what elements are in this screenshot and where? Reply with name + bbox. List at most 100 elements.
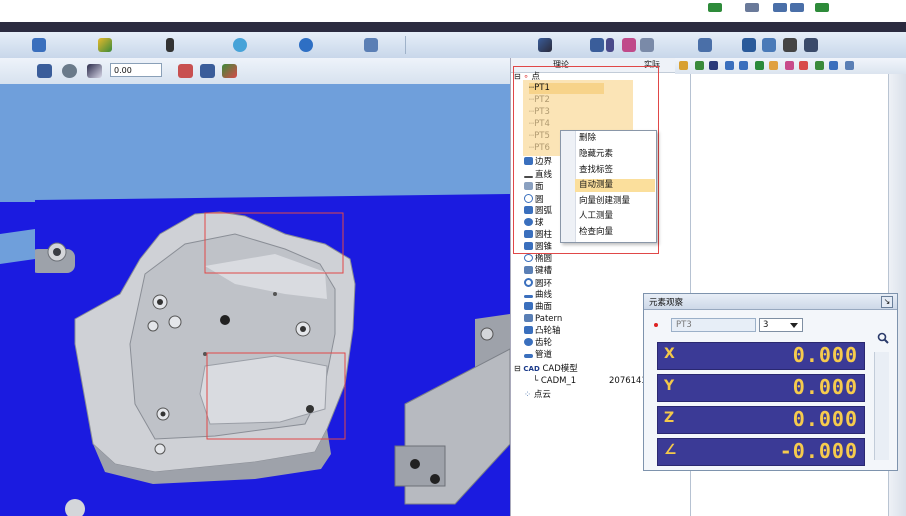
tree-node-pipe[interactable]: 管道: [524, 350, 552, 361]
surface-label: 曲面: [535, 302, 553, 312]
camshaft-label: 凸轮轴: [535, 326, 561, 336]
window-icon[interactable]: [32, 38, 46, 52]
readout-x-label: X: [664, 346, 675, 362]
probe-view-icon[interactable]: [200, 64, 215, 78]
camera-icon[interactable]: [783, 38, 797, 52]
tree-node-point-cloud[interactable]: ⁘ 点云: [524, 390, 551, 401]
observer-title: 元素观察: [649, 298, 684, 308]
crosshair-icon[interactable]: [178, 64, 193, 78]
list-icon[interactable]: [725, 61, 734, 70]
point-cloud-icon: ⁘: [524, 390, 532, 400]
table-icon[interactable]: [640, 38, 654, 52]
menu-item-auto-measure[interactable]: 自动测量: [575, 179, 655, 192]
curve-icon: [524, 295, 533, 298]
slot-label: 键槽: [535, 266, 553, 276]
main-toolbar: [0, 32, 906, 59]
pattern-icon: [524, 314, 533, 322]
ribbon-icon-2[interactable]: [745, 3, 759, 12]
ribbon-icon-4[interactable]: [790, 3, 804, 12]
readout-z-label: Z: [664, 410, 675, 426]
tree-node-pattern[interactable]: Patern: [524, 314, 562, 325]
title-bar-band: [0, 22, 906, 32]
view-fit-icon[interactable]: [37, 64, 52, 78]
readout-z-value: 0.000: [792, 407, 858, 431]
rotate-icon[interactable]: [299, 38, 313, 52]
slot-icon: [524, 266, 533, 274]
cad-item-label: CADM_1: [540, 376, 577, 386]
list-indent-icon[interactable]: [739, 61, 748, 70]
layout-icon[interactable]: [364, 38, 378, 52]
pointer-icon[interactable]: [87, 64, 102, 78]
readout-y: Y 0.000: [657, 374, 865, 402]
folder-icon[interactable]: [679, 61, 688, 70]
gear-label: 齿轮: [535, 338, 553, 348]
cad-icon: CAD: [523, 365, 540, 373]
grid-icon[interactable]: [762, 38, 776, 52]
curve-label: 曲线: [535, 290, 553, 300]
hand-icon[interactable]: [769, 61, 778, 70]
arrow-icon[interactable]: [829, 61, 838, 70]
context-menu: 删除 隐藏元素 查找标签 自动测量 向量创建测量 人工测量 检查向量: [560, 130, 657, 243]
view-toolbar: 0.00: [0, 58, 510, 85]
readout-y-value: 0.000: [792, 375, 858, 399]
menu-item-find-label[interactable]: 查找标签: [579, 164, 653, 177]
menu-item-delete[interactable]: 删除: [579, 132, 653, 145]
probe-tip-icon[interactable]: [804, 38, 818, 52]
tree-node-gear[interactable]: 齿轮: [524, 338, 552, 349]
observer-count-select[interactable]: 3: [759, 318, 803, 332]
observer-count-value: 3: [763, 320, 769, 330]
tree-node-torus[interactable]: 圆环: [524, 278, 552, 289]
menu-gutter: [561, 131, 576, 242]
print-icon[interactable]: [845, 61, 854, 70]
tree-node-camshaft[interactable]: 凸轮轴: [524, 326, 561, 337]
zoom-input[interactable]: 0.00: [110, 63, 162, 77]
sphere-icon[interactable]: [233, 38, 247, 52]
tree-node-ellipse[interactable]: 椭圆: [524, 254, 552, 265]
element-tool-icon[interactable]: [538, 38, 552, 52]
axis-icon[interactable]: [742, 38, 756, 52]
tree-node-surface[interactable]: 曲面: [524, 302, 552, 313]
point-cloud-label: 点云: [533, 390, 551, 400]
filter-icon[interactable]: [606, 38, 614, 52]
save-icon[interactable]: [709, 61, 718, 70]
menu-item-hide[interactable]: 隐藏元素: [579, 148, 653, 161]
zoom-icon[interactable]: [877, 332, 889, 344]
material-icon[interactable]: [98, 38, 112, 52]
left-fixture: [0, 84, 35, 264]
observer-element-field[interactable]: PT3: [671, 318, 756, 332]
observer-collapse-icon[interactable]: ↘: [881, 296, 893, 308]
readout-angle-value: -0.000: [779, 439, 858, 463]
readout-z: Z 0.000: [657, 406, 865, 434]
remove-icon[interactable]: [799, 61, 808, 70]
measure-icon[interactable]: [590, 38, 604, 52]
readout-x: X 0.000: [657, 342, 865, 370]
cad-viewport[interactable]: [35, 84, 510, 516]
add-icon[interactable]: [815, 61, 824, 70]
observer-titlebar: 元素观察 ↘: [644, 294, 897, 310]
ribbon-icon-5[interactable]: [815, 3, 829, 12]
element-observer-panel: 元素观察 ↘ PT3 3 X 0.000 Y 0.000 Z 0.000 ∠ -…: [643, 293, 898, 471]
tree-node-slot[interactable]: 键槽: [524, 266, 552, 277]
report-icon[interactable]: [698, 38, 712, 52]
menu-item-manual-measure[interactable]: 人工测量: [579, 210, 653, 223]
observer-scrollbar[interactable]: [874, 352, 889, 460]
tree-node-curve[interactable]: 曲线: [524, 290, 552, 301]
chart-icon[interactable]: [695, 61, 704, 70]
probe-icon[interactable]: [166, 38, 174, 52]
tree-node-cad-model[interactable]: ⊟ CAD CAD模型: [514, 363, 578, 374]
ribbon-icon-1[interactable]: [708, 3, 722, 12]
ribbon-icon-3[interactable]: [773, 3, 787, 12]
settings-icon[interactable]: [222, 64, 237, 78]
readout-x-value: 0.000: [792, 343, 858, 367]
menu-item-check-vector[interactable]: 检查向量: [579, 226, 653, 239]
tag-icon[interactable]: [622, 38, 636, 52]
ellipse-label: 椭圆: [535, 254, 553, 264]
menu-item-vector-measure[interactable]: 向量创建测量: [579, 195, 653, 208]
gear-icon: [524, 338, 533, 346]
branch-icon[interactable]: [755, 61, 764, 70]
link-icon[interactable]: [785, 61, 794, 70]
viewport-left-strip: [0, 84, 35, 516]
cad-scene: [35, 194, 510, 516]
tree-item-cadm1[interactable]: └ CADM_1: [533, 376, 576, 387]
clip-icon[interactable]: [62, 64, 77, 78]
